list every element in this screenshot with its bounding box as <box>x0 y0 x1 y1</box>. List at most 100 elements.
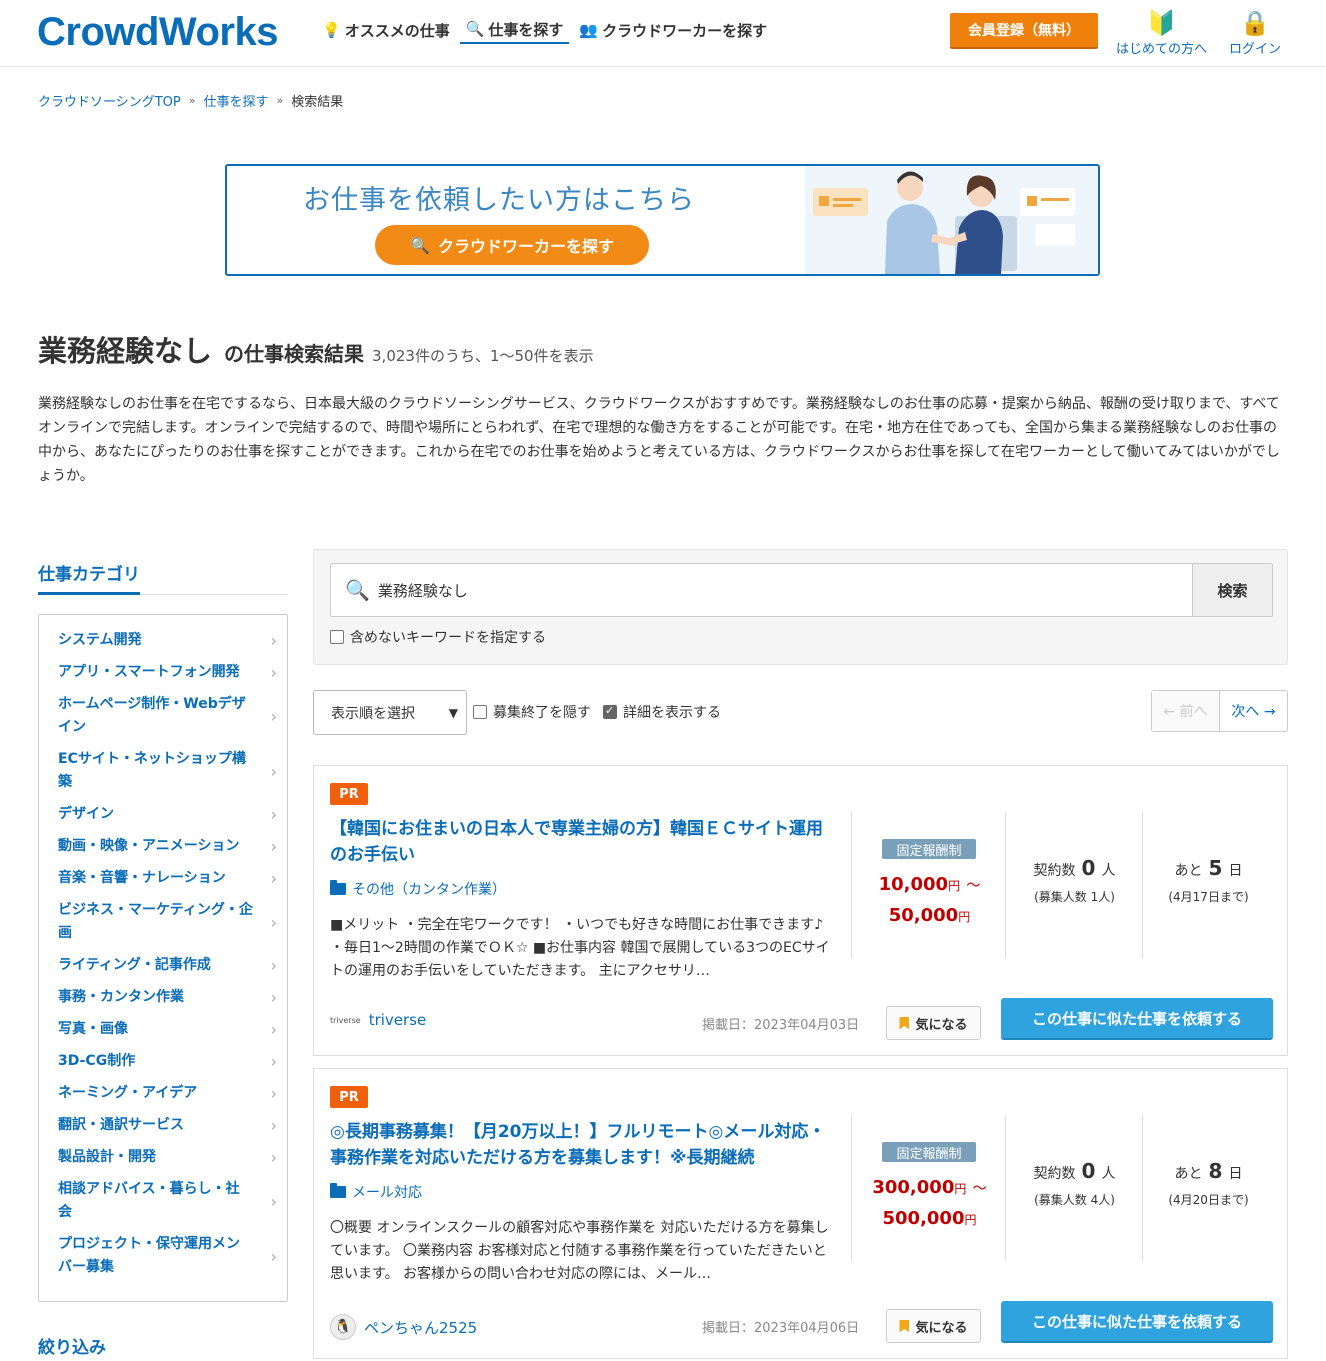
request-similar-button[interactable]: この仕事に似た仕事を依頼する <box>1001 998 1273 1040</box>
contracts-count: 契約数 0 人 <box>1006 856 1143 880</box>
beginner-mark-icon: 🔰 <box>1146 9 1177 37</box>
exclude-keyword-checkbox[interactable] <box>330 630 344 644</box>
chevron-right-icon: › <box>270 761 277 781</box>
job-title-link[interactable]: ◎長期事務募集！【月20万以上！】フルリモート◎メール対応・事務作業を対応いただ… <box>330 1119 830 1171</box>
sidebar-category-item[interactable]: 製品設計・開発 › <box>39 1142 287 1174</box>
payment-min: 10,000 <box>878 874 949 895</box>
category-heading: 仕事カテゴリ <box>38 560 288 595</box>
favorite-button[interactable]: 気になる <box>886 1006 981 1040</box>
chevron-right-icon: › <box>270 1116 277 1135</box>
chevron-right-icon: › <box>270 1191 277 1211</box>
show-detail-toggle[interactable]: 詳細を表示する <box>603 702 721 722</box>
sidebar-category-item[interactable]: ホームページ制作・Webデザイン › <box>39 689 287 744</box>
sidebar-category-item[interactable]: ライティング・記事作成 › <box>39 950 287 982</box>
client-link[interactable]: 🐧 ペンちゃん2525 <box>330 1314 477 1340</box>
payment-unit: 円 <box>964 1213 977 1227</box>
nav-recommended-jobs[interactable]: 💡 オススメの仕事 <box>316 16 456 44</box>
next-page-button[interactable]: 次へ → <box>1220 691 1287 731</box>
hide-closed-toggle[interactable]: 募集終了を隠す <box>473 702 591 722</box>
global-nav: 💡 オススメの仕事 🔍 仕事を探す 👥 クラウドワーカーを探す <box>316 16 777 44</box>
sidebar-category-item[interactable]: システム開発 › <box>39 625 287 657</box>
crowdworks-logo[interactable]: CrowdWorks <box>37 10 278 55</box>
sidebar-category-item[interactable]: 動画・映像・アニメーション › <box>39 831 287 863</box>
first-time-link[interactable]: 🔰 はじめての方へ <box>1116 8 1207 57</box>
nav-find-jobs[interactable]: 🔍 仕事を探す <box>459 16 570 44</box>
chevron-right-icon: › <box>270 1148 277 1167</box>
job-title-link[interactable]: 【韓国にお住まいの日本人で専業主婦の方】韓国ＥＣサイト運用のお手伝い <box>330 816 830 868</box>
login-link[interactable]: 🔒 ログイン <box>1229 8 1281 57</box>
job-category-link[interactable]: メール対応 <box>330 1182 422 1202</box>
sort-select[interactable]: 表示順を選択 ▼ <box>313 690 467 735</box>
sidebar-category-label: ライティング・記事作成 <box>58 957 211 973</box>
payment-unit: 円 <box>954 1182 967 1196</box>
breadcrumb-current: 検索結果 <box>291 95 344 110</box>
sidebar-category-item[interactable]: プロジェクト・保守運用メンバー募集 › <box>39 1229 287 1284</box>
payment-tilde: 〜 <box>972 1181 987 1197</box>
search-button[interactable]: 検索 <box>1192 563 1273 617</box>
sidebar-category-item[interactable]: 翻訳・通訳サービス › <box>39 1110 287 1142</box>
request-work-banner[interactable]: お仕事を依頼したい方はこちら 🔍 クラウドワーカーを探す <box>225 164 1100 276</box>
login-label: ログイン <box>1229 42 1282 57</box>
deadline-column: あと 5 日 (4月17日まで) <box>1142 812 1273 958</box>
sidebar-category-item[interactable]: 写真・画像 › <box>39 1014 287 1046</box>
banner-find-workers-button[interactable]: 🔍 クラウドワーカーを探す <box>375 225 649 265</box>
sidebar-category-item[interactable]: デザイン › <box>39 799 287 831</box>
job-category-label: メール対応 <box>352 1185 422 1201</box>
chevron-right-icon: › <box>270 631 277 650</box>
sidebar-category-item[interactable]: ネーミング・アイデア › <box>39 1078 287 1110</box>
chevron-right-icon: › <box>270 1084 277 1103</box>
breadcrumb-separator: » <box>188 94 196 107</box>
sidebar-category-item[interactable]: アプリ・スマートフォン開発 › <box>39 657 287 689</box>
sidebar-category-item[interactable]: 3D-CG制作 › <box>39 1046 287 1078</box>
contracts-value: 0 <box>1081 1159 1096 1183</box>
payment-column: 固定報酬制 10,000円 〜 50,000円 <box>851 812 1006 958</box>
sort-select-value: 表示順を選択 <box>331 705 415 722</box>
banner-button-label: クラウドワーカーを探す <box>437 237 614 256</box>
client-name: ペンちゃん2525 <box>364 1318 478 1337</box>
sidebar-category-label: ECサイト・ネットショップ構築 <box>58 751 246 790</box>
hide-closed-checkbox[interactable] <box>473 705 487 719</box>
bookmark-icon <box>899 1016 910 1030</box>
sidebar-category-item[interactable]: 相談アドバイス・暮らし・社会 › <box>39 1174 287 1229</box>
payment-tilde: 〜 <box>966 878 981 894</box>
job-card: PR ◎長期事務募集！【月20万以上！】フルリモート◎メール対応・事務作業を対応… <box>313 1068 1288 1359</box>
first-time-label: はじめての方へ <box>1116 42 1208 57</box>
show-detail-checkbox[interactable] <box>603 704 617 719</box>
breadcrumb-top[interactable]: クラウドソーシングTOP <box>38 91 181 110</box>
sidebar-category-item[interactable]: 事務・カンタン作業 › <box>39 982 287 1014</box>
payment-unit: 円 <box>958 910 971 924</box>
sidebar-category-label: システム開発 <box>58 632 142 648</box>
favorite-label: 気になる <box>915 1017 968 1033</box>
client-link[interactable]: triverse triverse <box>330 1011 426 1029</box>
search-panel: 🔍 業務経験なし 検索 含めないキーワードを指定する <box>313 549 1288 665</box>
search-icon: 🔍 <box>410 235 430 255</box>
recruit-count: (募集人数 4人) <box>1034 1193 1115 1207</box>
exclude-keyword-toggle[interactable]: 含めないキーワードを指定する <box>330 627 546 647</box>
request-similar-button[interactable]: この仕事に似た仕事を依頼する <box>1001 1301 1273 1343</box>
contracts-value: 0 <box>1081 856 1096 880</box>
nav-find-workers[interactable]: 👥 クラウドワーカーを探す <box>573 16 773 44</box>
sidebar-category-item[interactable]: 音楽・音響・ナレーション › <box>39 863 287 895</box>
chevron-right-icon: › <box>270 663 277 682</box>
sidebar-category-item[interactable]: ECサイト・ネットショップ構築 › <box>39 744 287 799</box>
chevron-right-icon: › <box>270 1246 277 1266</box>
breadcrumb-find-jobs[interactable]: 仕事を探す <box>204 91 269 110</box>
chevron-right-icon: › <box>270 805 277 824</box>
bookmark-icon <box>899 1319 910 1333</box>
payment-min: 300,000 <box>872 1177 955 1198</box>
pr-badge: PR <box>330 783 368 805</box>
prev-page-button[interactable]: ← 前へ <box>1152 691 1220 731</box>
search-input[interactable]: 🔍 業務経験なし <box>330 563 1193 617</box>
days-left: あと 8 日 <box>1143 1159 1274 1183</box>
job-category-link[interactable]: その他（カンタン作業） <box>330 879 506 899</box>
sidebar-category-label: 動画・映像・アニメーション <box>58 838 240 854</box>
pagination: ← 前へ 次へ → <box>1151 690 1288 732</box>
job-description: 〇概要 オンラインスクールの顧客対応や事務作業を 対応いただける方を募集していま… <box>330 1220 829 1282</box>
register-button[interactable]: 会員登録（無料） <box>950 13 1098 49</box>
category-heading-label: 仕事カテゴリ <box>38 560 140 595</box>
sidebar-category-label: 音楽・音響・ナレーション <box>58 870 226 886</box>
payment-type-badge: 固定報酬制 <box>882 1142 976 1162</box>
sidebar-category-item[interactable]: ビジネス・マーケティング・企画 › <box>39 895 287 950</box>
breadcrumb-separator: » <box>276 94 284 107</box>
favorite-button[interactable]: 気になる <box>886 1309 981 1343</box>
